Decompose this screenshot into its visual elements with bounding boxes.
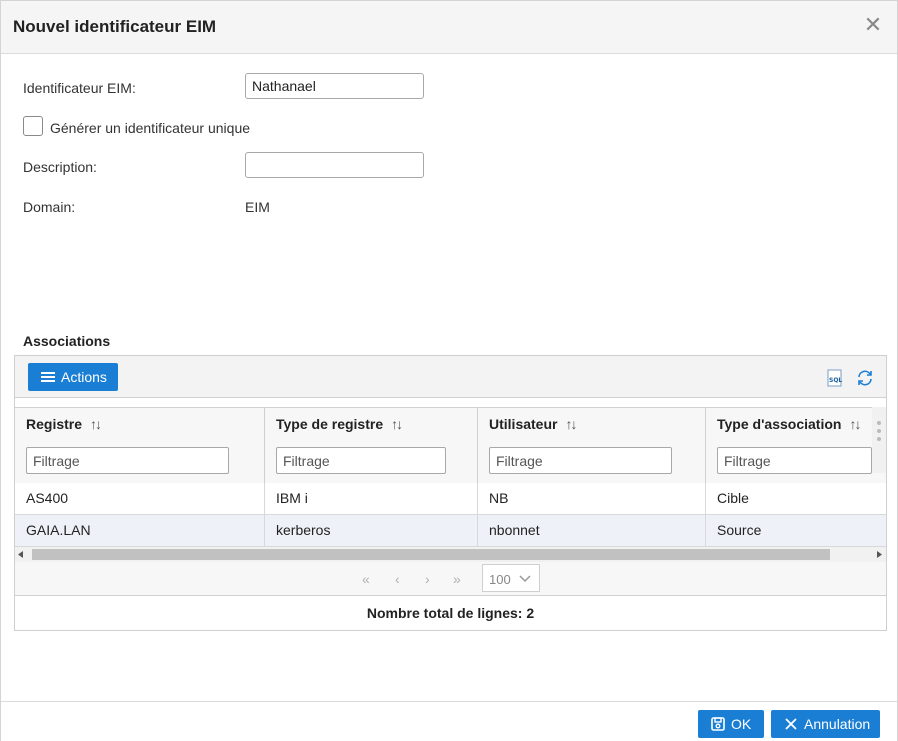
page-size-select[interactable]: 100 — [482, 564, 540, 592]
grid-toolbar: Actions SQL — [15, 356, 886, 398]
actions-label: Actions — [61, 369, 107, 385]
unique-id-label[interactable]: Générer un identificateur unique — [50, 120, 250, 136]
associations-title: Associations — [23, 333, 111, 349]
refresh-icon[interactable] — [856, 369, 874, 387]
svg-text:SQL: SQL — [829, 377, 842, 384]
column-label: Utilisateur — [489, 416, 558, 432]
x-icon — [785, 718, 797, 730]
scroll-right-icon[interactable] — [876, 551, 882, 558]
column-label: Registre — [26, 416, 83, 432]
filter-input-type-registre[interactable] — [276, 447, 446, 474]
column-header-type-association: Type d'association ↑↓ — [706, 408, 872, 483]
ok-button[interactable]: OK — [698, 710, 764, 738]
vertical-scrollbar[interactable] — [872, 407, 886, 473]
cancel-label: Annulation — [804, 716, 871, 732]
first-page-icon[interactable]: « — [362, 571, 370, 587]
description-label: Description: — [23, 159, 97, 175]
next-page-icon[interactable]: › — [425, 571, 430, 587]
sql-icon[interactable]: SQL — [826, 369, 844, 387]
cell-registre: GAIA.LAN — [15, 515, 265, 546]
sort-icon[interactable]: ↑↓ — [90, 416, 102, 432]
scroll-grip-icon — [877, 421, 881, 441]
column-label: Type d'association — [717, 416, 842, 432]
close-icon[interactable]: ✕ — [863, 14, 883, 36]
table-row[interactable]: GAIA.LAN kerberos nbonnet Source — [15, 515, 886, 547]
grid-header: Registre ↑↓ Type de registre ↑↓ Utilisateu… — [15, 407, 886, 484]
dialog-header: Nouvel identificateur EIM ✕ — [1, 1, 897, 54]
filter-input-type-association[interactable] — [717, 447, 872, 474]
column-header-type-registre: Type de registre ↑↓ — [265, 408, 478, 483]
cell-registre: AS400 — [15, 483, 265, 514]
scroll-left-icon[interactable] — [18, 551, 24, 558]
sort-icon[interactable]: ↑↓ — [849, 416, 861, 432]
horizontal-scrollbar[interactable] — [15, 547, 886, 562]
column-label: Type de registre — [276, 416, 384, 432]
dialog-footer: OK Annulation — [1, 701, 897, 741]
table-row[interactable]: AS400 IBM i NB Cible — [15, 483, 886, 515]
cell-type-registre: kerberos — [265, 515, 478, 546]
domain-label: Domain: — [23, 199, 76, 215]
filter-input-utilisateur[interactable] — [489, 447, 672, 474]
cell-type-association: Cible — [717, 490, 749, 506]
associations-grid: Actions SQL Registre ↑↓ Type de registre ↑… — [14, 355, 887, 631]
cell-utilisateur: nbonnet — [478, 515, 706, 546]
actions-button[interactable]: Actions — [28, 363, 118, 391]
column-header-utilisateur: Utilisateur ↑↓ — [478, 408, 706, 483]
cancel-button[interactable]: Annulation — [771, 710, 880, 738]
identifier-input[interactable] — [245, 73, 424, 99]
save-icon — [711, 717, 725, 731]
prev-page-icon[interactable]: ‹ — [395, 571, 400, 587]
last-page-icon[interactable]: » — [453, 571, 461, 587]
cell-utilisateur: NB — [478, 483, 706, 514]
cell-type-association: Source — [717, 522, 762, 538]
hamburger-icon — [41, 372, 55, 382]
domain-value: EIM — [245, 199, 270, 215]
dialog: Nouvel identificateur EIM ✕ Identificate… — [0, 0, 898, 741]
sort-icon[interactable]: ↑↓ — [391, 416, 403, 432]
column-header-registre: Registre ↑↓ — [15, 408, 265, 483]
ok-label: OK — [731, 716, 752, 732]
horizontal-scroll-thumb[interactable] — [32, 549, 830, 560]
total-rows: Nombre total de lignes: 2 — [366, 605, 535, 621]
description-input[interactable] — [245, 152, 424, 178]
dialog-title: Nouvel identificateur EIM — [13, 17, 217, 36]
identifier-label: Identificateur EIM: — [23, 80, 136, 96]
cell-type-registre: IBM i — [265, 483, 478, 514]
page-size-value: 100 — [489, 572, 511, 587]
sort-icon[interactable]: ↑↓ — [565, 416, 577, 432]
pager: « ‹ › » 100 — [15, 562, 886, 596]
unique-id-checkbox[interactable] — [23, 116, 43, 136]
chevron-down-icon — [519, 575, 531, 583]
filter-input-registre[interactable] — [26, 447, 229, 474]
